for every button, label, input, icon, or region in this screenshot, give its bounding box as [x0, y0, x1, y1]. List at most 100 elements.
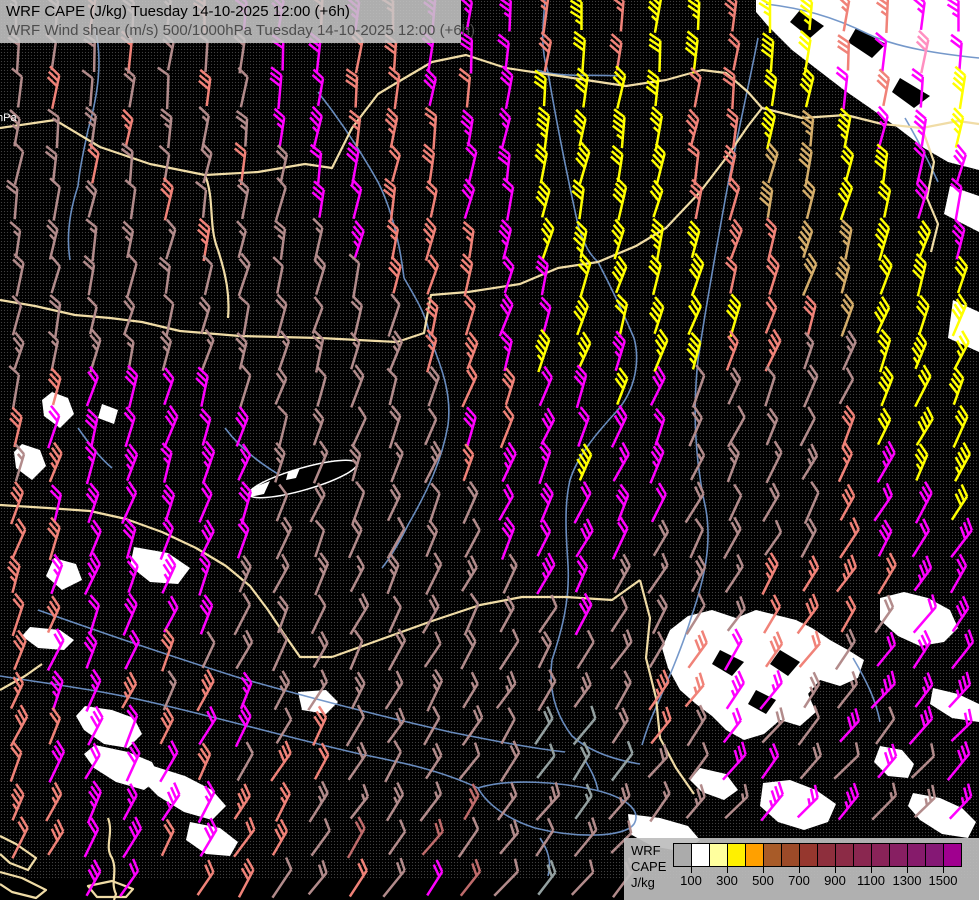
wind-barb [300, 860, 331, 894]
wind-barb [120, 180, 136, 219]
wind-barb [115, 407, 137, 447]
legend-tick-label: 900 [824, 873, 846, 888]
wind-barb [642, 483, 669, 522]
wind-barb [566, 818, 601, 857]
wind-barb [865, 483, 896, 521]
legend-color-scale [673, 843, 962, 867]
wind-barb [2, 366, 20, 408]
wind-barb [309, 181, 325, 217]
wind-barb [228, 742, 256, 781]
wind-barb [228, 519, 251, 558]
wind-barb [303, 818, 334, 855]
wind-barb [378, 294, 401, 336]
map-title-line1: WRF CAPE (J/kg) Tuesday 14-10-2025 12:00… [6, 2, 455, 21]
legend-tick-label: 1300 [893, 873, 922, 888]
wind-barb [412, 782, 446, 821]
wind-barb [458, 222, 474, 258]
wind-barb [603, 741, 637, 780]
wind-barb [193, 632, 218, 668]
wind-barb [687, 0, 700, 30]
wind-barb [533, 71, 546, 107]
wind-barb [832, 596, 859, 632]
wind-barb [604, 443, 632, 482]
wind-barb [231, 180, 249, 219]
wind-barb [943, 484, 971, 519]
wind-barb [491, 406, 516, 448]
wind-barb [492, 517, 517, 559]
wind-barb [229, 859, 257, 898]
wind-barb [526, 707, 556, 745]
wind-barb [792, 743, 825, 779]
wind-barb [641, 781, 673, 821]
wind-barb [196, 70, 211, 106]
wind-barb [831, 294, 855, 336]
wind-barb [870, 255, 894, 294]
wind-barb [644, 520, 671, 556]
wind-barb [495, 368, 516, 405]
wind-barb [189, 743, 213, 779]
wind-barb [496, 178, 514, 220]
wind-barb [791, 407, 818, 446]
wind-barb [682, 333, 702, 370]
wind-barb [42, 146, 57, 182]
wind-barb [639, 553, 671, 593]
wind-barb [192, 182, 207, 218]
title-bar: WRF CAPE (J/kg) Tuesday 14-10-2025 12:00… [0, 0, 461, 43]
wind-barb [1, 482, 25, 524]
wind-barb [300, 781, 331, 822]
wind-barb [872, 144, 888, 183]
wind-barb [454, 705, 487, 745]
wind-barb [532, 218, 556, 260]
wind-barb [605, 331, 627, 371]
wind-barb [189, 860, 218, 895]
wind-barb [793, 221, 814, 258]
wind-barb [418, 367, 441, 407]
wind-barb [154, 368, 176, 405]
wind-barb [338, 817, 368, 858]
wind-barb [611, 109, 625, 148]
wind-barb [829, 443, 855, 482]
wind-barb [193, 441, 217, 483]
wind-barb [683, 31, 699, 73]
wind-barb [531, 483, 556, 522]
wind-barb [78, 483, 101, 523]
wind-barb [495, 66, 513, 108]
wind-barb [378, 783, 407, 821]
wind-barb [676, 482, 707, 523]
wind-barb [302, 297, 324, 334]
wind-barb [569, 110, 587, 147]
wind-barb [827, 742, 864, 778]
wind-barb [341, 556, 367, 592]
wind-barb [379, 368, 398, 405]
wind-barb [527, 818, 557, 856]
wind-barb [606, 34, 622, 70]
wind-barb [417, 255, 440, 294]
wind-barb [152, 819, 177, 855]
wind-barb [565, 706, 600, 745]
wind-barb [304, 218, 324, 260]
wind-barb [117, 444, 140, 481]
wind-barb [869, 520, 894, 556]
wind-barb [607, 66, 627, 108]
wind-barb [78, 781, 104, 823]
wind-barb [718, 368, 743, 404]
wind-barb [228, 254, 251, 296]
wind-barb [419, 483, 441, 523]
wind-barb [867, 707, 898, 744]
wind-barb [231, 482, 253, 524]
wind-barb [571, 0, 582, 30]
wind-barb [419, 144, 435, 183]
legend-title-wrf: WRF [631, 843, 673, 859]
legend-color-box [907, 843, 926, 867]
wind-barb [456, 69, 471, 108]
wind-barb [871, 367, 895, 406]
wind-barb [193, 219, 211, 261]
wind-barb [379, 596, 403, 632]
wind-barb [457, 110, 474, 146]
wind-barb [226, 407, 250, 446]
legend-color-box [745, 843, 764, 867]
wind-barb [375, 741, 404, 782]
wind-barb [831, 518, 863, 558]
wind-barb [151, 708, 177, 744]
wind-barb [756, 330, 784, 372]
